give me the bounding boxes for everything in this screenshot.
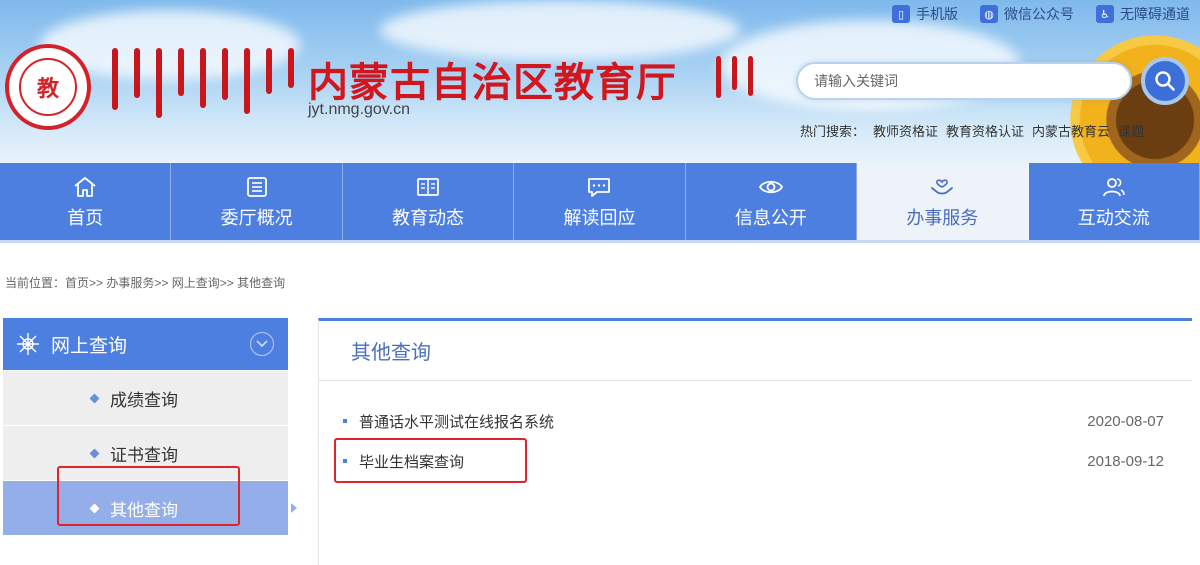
main-nav: 首页 委厅概况 教育动态 解读回应 信息公开 办事服务 互动交流 (0, 163, 1200, 243)
users-icon (1102, 177, 1125, 196)
hot-search-item[interactable]: 教师资格证 (873, 121, 938, 140)
mobile-icon: ▯ (892, 5, 910, 23)
nav-label: 互动交流 (1077, 207, 1150, 228)
collapse-button[interactable] (250, 332, 274, 356)
mongolian-script-decoration (712, 56, 762, 100)
hot-search-label: 热门搜索： (800, 124, 866, 139)
list-item: 普通话水平测试在线报名系统 2020-08-07 (319, 401, 1192, 441)
nav-interpretation[interactable]: 解读回应 (514, 163, 686, 240)
home-icon (74, 176, 96, 197)
site-domain: jyt.nmg.gov.cn (308, 101, 410, 118)
sidebar-item-label: 成绩查询 (110, 390, 178, 410)
accessibility-link[interactable]: ♿ 无障碍通道 (1096, 4, 1190, 24)
diamond-bullet-icon (89, 448, 100, 458)
accessibility-icon: ♿ (1096, 5, 1114, 23)
top-link-label: 微信公众号 (1004, 6, 1074, 22)
active-pointer-icon (291, 503, 297, 513)
chat-icon (588, 177, 611, 197)
highlight-box-list (334, 438, 527, 483)
eye-icon (758, 180, 783, 193)
search-button[interactable] (1141, 57, 1189, 105)
list-icon (246, 176, 267, 197)
hot-search-item[interactable]: 内蒙古教育云 (1032, 121, 1110, 140)
breadcrumb-services[interactable]: > 办事服务> (96, 274, 161, 291)
list-item-link[interactable]: 普通话水平测试在线报名系统 (359, 411, 1087, 432)
list-item-date: 2018-09-12 (1087, 452, 1164, 470)
sidebar-header: 网上查询 (3, 318, 288, 370)
nav-home[interactable]: 首页 (0, 163, 172, 240)
snowflake-icon (17, 333, 39, 355)
nav-label: 信息公开 (734, 207, 807, 228)
nav-label: 委厅概况 (220, 207, 293, 228)
nav-overview[interactable]: 委厅概况 (171, 163, 343, 240)
nav-services[interactable]: 办事服务 (857, 163, 1029, 240)
site-header: 教 内蒙古自治区教育厅 jyt.nmg.gov.cn ▯ 手机版 ◍ 微信公众号… (0, 0, 1200, 163)
top-link-label: 无障碍通道 (1120, 6, 1190, 22)
service-icon (931, 178, 954, 194)
nav-label: 办事服务 (906, 207, 979, 228)
mobile-version-link[interactable]: ▯ 手机版 (892, 4, 958, 24)
chevron-down-icon (256, 340, 268, 348)
nav-label: 首页 (67, 207, 104, 228)
breadcrumb-prefix: 当前位置： (5, 276, 66, 290)
wechat-icon: ◍ (980, 5, 998, 23)
list-item-date: 2020-08-07 (1087, 412, 1164, 430)
nav-label: 教育动态 (392, 207, 465, 228)
breadcrumb-home[interactable]: 首页> (65, 274, 96, 291)
square-bullet-icon (343, 419, 347, 423)
sidebar-item-score-query[interactable]: 成绩查询 (3, 371, 288, 425)
top-link-label: 手机版 (916, 6, 958, 22)
nav-info-disclosure[interactable]: 信息公开 (686, 163, 858, 240)
hot-search-item[interactable]: 教育资格认证 (946, 121, 1024, 140)
search-input[interactable] (796, 62, 1132, 100)
diamond-bullet-icon (89, 393, 100, 403)
sidebar-title: 网上查询 (51, 335, 128, 357)
top-links: ▯ 手机版 ◍ 微信公众号 ♿ 无障碍通道 (892, 4, 1190, 24)
breadcrumb-other-query[interactable]: > 其他查询 (227, 274, 285, 291)
hot-search: 热门搜索： 教师资格证 教育资格认证 内蒙古教育云 课题 (800, 121, 1144, 140)
nav-label: 解读回应 (563, 207, 636, 228)
content-title: 其他查询 (319, 321, 1192, 381)
wechat-link[interactable]: ◍ 微信公众号 (980, 4, 1074, 24)
sidebar-item-label: 证书查询 (110, 445, 178, 465)
mongolian-script-logo (108, 48, 298, 120)
emblem-seal-icon: 教 (19, 58, 77, 116)
emblem-logo: 教 (5, 44, 91, 130)
highlight-box-sidebar (57, 466, 240, 526)
hot-search-item[interactable]: 课题 (1118, 121, 1144, 140)
news-icon (417, 177, 439, 196)
breadcrumb: 当前位置： 首页> > 办事服务> > 网上查询> > 其他查询 (5, 274, 285, 291)
breadcrumb-online-query[interactable]: > 网上查询> (161, 274, 226, 291)
nav-education-news[interactable]: 教育动态 (343, 163, 515, 240)
nav-interaction[interactable]: 互动交流 (1029, 163, 1200, 240)
site-title: 内蒙古自治区教育厅 (308, 60, 677, 106)
search-icon (1155, 71, 1175, 91)
